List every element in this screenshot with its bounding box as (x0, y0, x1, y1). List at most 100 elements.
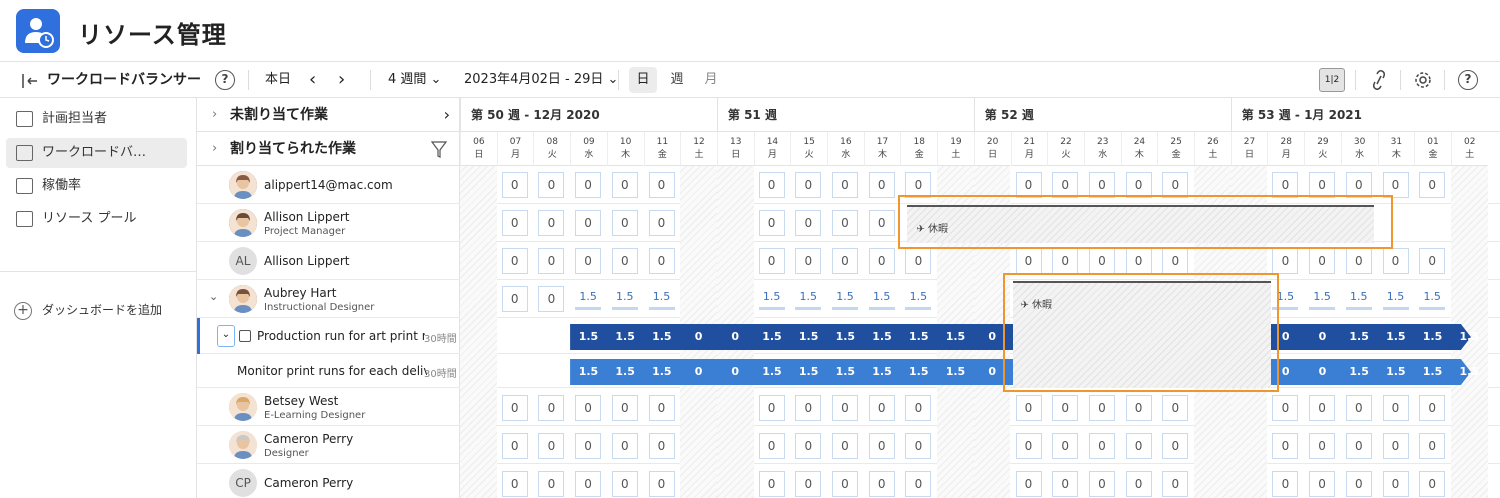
capacity-cell[interactable]: 0 (1272, 471, 1299, 497)
allocation-cell[interactable]: 1.5 (1309, 284, 1336, 310)
chevron-down-icon[interactable]: ⌄ (217, 325, 235, 347)
capacity-cell[interactable]: 0 (648, 433, 675, 459)
capacity-cell[interactable]: 0 (832, 433, 858, 459)
help-icon[interactable]: ? (215, 70, 235, 90)
capacity-cell[interactable]: 0 (795, 433, 822, 459)
capacity-cell[interactable]: 0 (905, 395, 932, 421)
capacity-cell[interactable]: 0 (501, 210, 528, 236)
capacity-cell[interactable]: 0 (1272, 248, 1299, 274)
capacity-cell[interactable]: 0 (611, 433, 638, 459)
capacity-cell[interactable]: 0 (648, 172, 675, 198)
capacity-cell[interactable]: 0 (1382, 471, 1409, 497)
capacity-cell[interactable]: 0 (832, 172, 858, 198)
capacity-cell[interactable]: 0 (905, 248, 932, 274)
capacity-cell[interactable]: 0 (1088, 433, 1115, 459)
capacity-cell[interactable]: 0 (1162, 471, 1189, 497)
capacity-cell[interactable]: 0 (501, 433, 528, 459)
allocation-cell[interactable]: 1.5 (648, 284, 675, 310)
capacity-cell[interactable]: 0 (538, 248, 565, 274)
capacity-cell[interactable]: 0 (1272, 395, 1299, 421)
unassigned-work-header[interactable]: › 未割り当て作業 › (197, 98, 460, 132)
allocation-cell[interactable]: 1.5 (1345, 284, 1372, 310)
capacity-cell[interactable]: 0 (1052, 395, 1079, 421)
resource-row[interactable]: AL Allison Lippert (197, 242, 460, 280)
capacity-cell[interactable]: 0 (648, 248, 675, 274)
capacity-cell[interactable]: 0 (1088, 471, 1115, 497)
capacity-cell[interactable]: 0 (868, 433, 895, 459)
sidebar-item-resource-pool[interactable]: リソース プール (6, 204, 187, 234)
capacity-cell[interactable]: 0 (758, 248, 785, 274)
capacity-cell[interactable]: 0 (868, 210, 895, 236)
capacity-cell[interactable]: 0 (868, 395, 895, 421)
resource-row[interactable]: Allison Lippert Project Manager (197, 204, 460, 242)
capacity-cell[interactable]: 0 (1015, 248, 1042, 274)
capacity-cell[interactable]: 0 (1125, 433, 1152, 459)
capacity-cell[interactable]: 0 (832, 210, 858, 236)
capacity-cell[interactable]: 0 (575, 471, 602, 497)
resource-row[interactable]: Cameron Perry Designer (197, 426, 460, 464)
capacity-cell[interactable]: 0 (1309, 433, 1336, 459)
task-row[interactable]: Monitor print runs for each deliv… 30時間 (197, 354, 460, 388)
capacity-cell[interactable]: 0 (648, 471, 675, 497)
capacity-cell[interactable]: 0 (1382, 395, 1409, 421)
assigned-work-header[interactable]: › 割り当てられた作業 (197, 132, 460, 166)
weeks-dropdown[interactable]: 4 週間 ⌄ (388, 62, 441, 98)
capacity-cell[interactable]: 0 (905, 471, 932, 497)
capacity-cell[interactable]: 0 (611, 172, 638, 198)
capacity-cell[interactable]: 0 (758, 471, 785, 497)
capacity-cell[interactable]: 0 (648, 210, 675, 236)
capacity-cell[interactable]: 0 (1272, 433, 1299, 459)
capacity-cell[interactable]: 0 (1015, 395, 1042, 421)
capacity-cell[interactable]: 0 (575, 248, 602, 274)
capacity-cell[interactable]: 0 (758, 433, 785, 459)
capacity-cell[interactable]: 0 (575, 395, 602, 421)
question-icon[interactable]: ? (1458, 70, 1478, 90)
capacity-cell[interactable]: 0 (538, 172, 565, 198)
capacity-cell[interactable]: 0 (501, 286, 528, 312)
allocation-cell[interactable]: 1.5 (1419, 284, 1446, 310)
capacity-cell[interactable]: 0 (868, 248, 895, 274)
capacity-cell[interactable]: 0 (795, 471, 822, 497)
capacity-cell[interactable]: 0 (538, 395, 565, 421)
capacity-cell[interactable]: 0 (501, 172, 528, 198)
capacity-cell[interactable]: 0 (501, 395, 528, 421)
capacity-cell[interactable]: 0 (575, 172, 602, 198)
next-button[interactable]: › (338, 62, 345, 98)
capacity-cell[interactable]: 0 (1088, 248, 1115, 274)
capacity-cell[interactable]: 0 (1382, 433, 1409, 459)
capacity-cell[interactable]: 0 (1015, 433, 1042, 459)
resource-row[interactable]: CP Cameron Perry (197, 464, 460, 498)
capacity-cell[interactable]: 0 (648, 395, 675, 421)
capacity-cell[interactable]: 0 (575, 210, 602, 236)
capacity-cell[interactable]: 0 (538, 471, 565, 497)
today-button[interactable]: 本日 (265, 62, 291, 98)
sidebar-item-utilization[interactable]: 稼働率 (6, 171, 187, 201)
capacity-cell[interactable]: 0 (905, 433, 932, 459)
capacity-cell[interactable]: 0 (1309, 248, 1336, 274)
capacity-cell[interactable]: 0 (1125, 471, 1152, 497)
allocation-cell[interactable]: 1.5 (832, 284, 858, 310)
capacity-cell[interactable]: 0 (611, 471, 638, 497)
capacity-cell[interactable]: 0 (758, 210, 785, 236)
capacity-cell[interactable]: 0 (1162, 248, 1189, 274)
capacity-cell[interactable]: 0 (501, 248, 528, 274)
resource-row[interactable]: Betsey West E-Learning Designer (197, 388, 460, 426)
allocation-cell[interactable]: 1.5 (905, 284, 932, 310)
capacity-cell[interactable]: 0 (832, 471, 858, 497)
chevron-down-icon[interactable]: ⌄ (209, 290, 218, 303)
day-view-button[interactable]: 日 (629, 67, 657, 93)
capacity-cell[interactable]: 0 (611, 248, 638, 274)
allocation-cell[interactable]: 1.5 (575, 284, 602, 310)
previous-button[interactable]: ‹ (309, 62, 316, 98)
allocation-cell[interactable]: 1.5 (795, 284, 822, 310)
capacity-cell[interactable]: 0 (611, 210, 638, 236)
allocation-cell[interactable]: 1.5 (1382, 284, 1409, 310)
capacity-cell[interactable]: 0 (1309, 471, 1336, 497)
resource-row[interactable]: Aubrey Hart Instructional Designer ⌄ (197, 280, 460, 318)
capacity-cell[interactable]: 0 (795, 210, 822, 236)
capacity-cell[interactable]: 0 (1419, 395, 1446, 421)
capacity-cell[interactable]: 0 (1419, 248, 1446, 274)
capacity-cell[interactable]: 0 (1345, 433, 1372, 459)
capacity-cell[interactable]: 0 (1052, 471, 1079, 497)
date-range-dropdown[interactable]: 2023年4月02日 - 29日 ⌄ (464, 62, 618, 98)
